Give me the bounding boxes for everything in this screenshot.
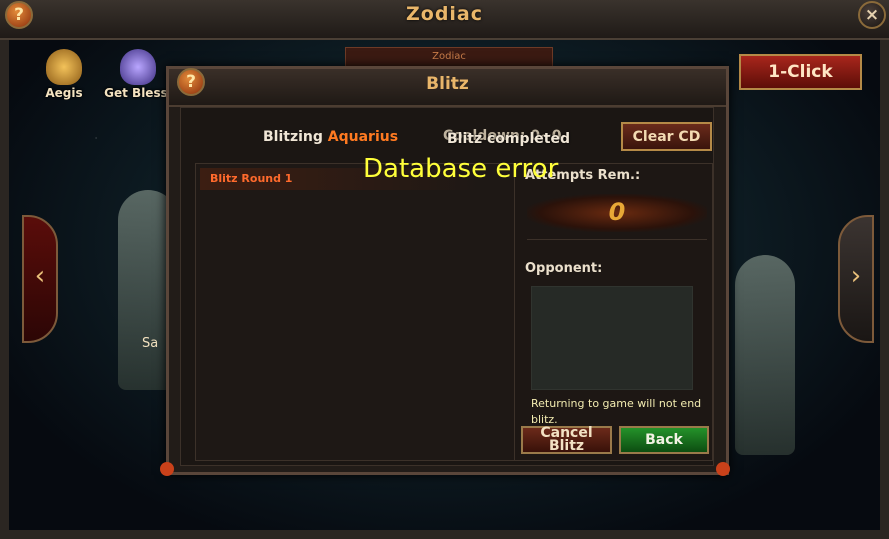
- zodiac-titlebar: Zodiac: [0, 0, 889, 40]
- divider: [527, 239, 707, 240]
- one-click-button[interactable]: 1-Click: [739, 54, 862, 90]
- close-icon[interactable]: ×: [858, 1, 886, 29]
- tab-aegis[interactable]: Aegis: [28, 45, 100, 105]
- constellation-label: Sa: [142, 336, 159, 351]
- blitz-info-panel: Attempts Rem.: 0 Opponent: Returning to …: [514, 163, 713, 461]
- clear-cd-button[interactable]: Clear CD: [621, 122, 712, 151]
- help-icon[interactable]: ?: [5, 1, 33, 29]
- opponent-portrait: [531, 286, 693, 390]
- attempts-value: 0: [608, 198, 626, 226]
- zodiac-screen: Zodiac ? × Aegis Get Blessi 1-Click Zodi…: [0, 0, 889, 539]
- zodiac-name: Aquarius: [327, 129, 399, 145]
- chevron-left-icon: ‹: [34, 261, 46, 291]
- blitz-rounds-list: Blitz Round 1: [195, 163, 515, 461]
- blitz-help-icon[interactable]: ?: [177, 68, 205, 96]
- blitz-dialog: Blitz ? Blitzing Aquarius Cooldown: 0~0 …: [166, 66, 729, 475]
- cancel-blitz-button[interactable]: Cancel Blitz: [521, 426, 612, 454]
- ornament-gem-left: [160, 462, 174, 476]
- tab-get-blessing[interactable]: Get Blessi: [102, 45, 174, 105]
- chevron-right-icon: ›: [850, 261, 862, 291]
- round-label: Blitz Round 1: [210, 172, 293, 185]
- aegis-emblem-icon: [46, 49, 82, 85]
- blitz-titlebar: Blitz: [169, 69, 726, 107]
- back-button[interactable]: Back: [619, 426, 709, 454]
- attempts-display: 0: [527, 194, 707, 232]
- next-arrow-button[interactable]: ›: [838, 215, 874, 343]
- error-message: Database error: [363, 154, 559, 184]
- blitz-header: Blitzing Aquarius Cooldown: 0~0 Blitz co…: [181, 108, 713, 160]
- window-title: Zodiac: [405, 3, 484, 25]
- prev-arrow-button[interactable]: ‹: [22, 215, 58, 343]
- blitzing-status: Blitzing Aquarius: [263, 129, 398, 145]
- opponent-label: Opponent:: [525, 261, 603, 276]
- blessing-crystal-icon: [120, 49, 156, 85]
- tab-get-blessing-label: Get Blessi: [104, 86, 172, 100]
- tab-aegis-label: Aegis: [45, 86, 83, 100]
- zodiac-tower-right: [735, 255, 795, 455]
- blitz-title: Blitz: [426, 74, 469, 94]
- blitzing-prefix: Blitzing: [263, 129, 328, 145]
- return-note: Returning to game will not end blitz.: [531, 397, 702, 426]
- blitz-completed-text: Blitz completed: [447, 131, 571, 147]
- ornament-gem-right: [716, 462, 730, 476]
